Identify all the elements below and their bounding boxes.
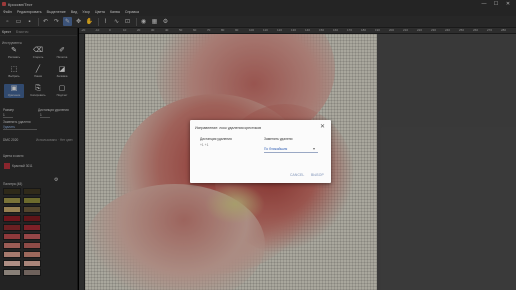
close-icon[interactable]: ✕ [320,124,325,130]
replace-select[interactable]: По ближайшим [264,147,287,151]
remove-stitches-dialog: Исправление: лоск удаления крестиков ✕ Д… [190,120,331,183]
cancel-button[interactable]: CANCEL [290,173,304,177]
chevron-down-icon[interactable]: ▾ [313,146,315,151]
ok-button[interactable]: ВЫБОР [311,173,324,177]
select-underline [264,152,318,153]
dialog-title: Исправление: лоск удаления крестиков [195,126,262,130]
replace-label: Заменить удалени [264,137,293,141]
distance-label: Дистанция удаления [200,137,232,141]
distance-value[interactable]: +1 +1 [200,143,208,147]
